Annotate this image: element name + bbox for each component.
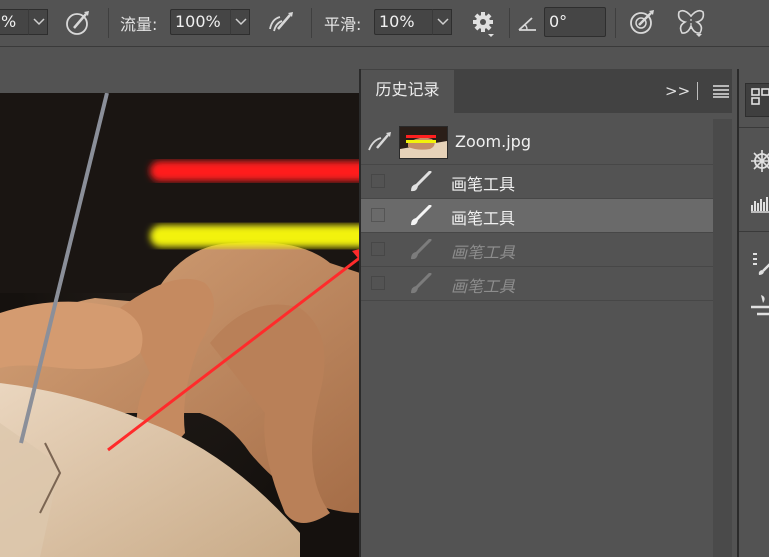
angle-icon xyxy=(516,12,540,38)
separator xyxy=(108,8,109,38)
history-brush-source-icon[interactable] xyxy=(367,130,393,158)
flow-field[interactable]: 100% xyxy=(170,9,232,35)
document-canvas[interactable] xyxy=(0,93,360,557)
separator xyxy=(509,8,510,38)
separator xyxy=(697,82,698,100)
brush-icon xyxy=(409,238,433,265)
history-state-label: 画笔工具 xyxy=(451,243,516,262)
history-state-checkbox[interactable] xyxy=(371,208,385,222)
flow-label: 流量: xyxy=(120,15,158,34)
panel-expand-button[interactable]: >> xyxy=(665,82,690,100)
panel-dock xyxy=(737,69,769,557)
brush-icon xyxy=(409,204,433,231)
history-snapshot[interactable]: Zoom.jpg xyxy=(361,119,713,165)
pressure-opacity-icon[interactable] xyxy=(64,9,94,41)
history-state-checkbox[interactable] xyxy=(371,276,385,290)
chevron-down-icon xyxy=(437,18,449,26)
histogram-icon[interactable] xyxy=(751,191,769,217)
brush-icon xyxy=(409,170,433,197)
panel-menu-icon[interactable] xyxy=(713,84,729,102)
snapshot-label: Zoom.jpg xyxy=(455,132,531,151)
smoothing-field[interactable]: 10% xyxy=(374,9,434,35)
history-state-label: 画笔工具 xyxy=(451,209,516,228)
history-state-checkbox[interactable] xyxy=(371,174,385,188)
history-state-selected[interactable]: 画笔工具 xyxy=(361,199,713,233)
separator xyxy=(615,8,616,38)
smoothing-label: 平滑: xyxy=(324,15,362,34)
options-bar: % 流量: 100% 平滑: 10% 0° xyxy=(0,0,769,47)
history-state-checkbox[interactable] xyxy=(371,242,385,256)
separator xyxy=(739,127,769,128)
chevron-down-icon xyxy=(235,18,247,26)
clone-source-icon[interactable] xyxy=(751,293,769,323)
opacity-field[interactable]: % xyxy=(0,9,30,35)
tab-history[interactable]: 历史记录 xyxy=(361,70,454,113)
panel-header: 历史记录 >> xyxy=(361,69,732,113)
layers-icon xyxy=(751,88,769,105)
snapshot-thumbnail xyxy=(399,126,448,159)
canvas-photo xyxy=(0,93,360,557)
flow-dropdown[interactable] xyxy=(230,9,250,35)
airbrush-icon[interactable] xyxy=(266,9,296,41)
history-state-undone[interactable]: 画笔工具 xyxy=(361,233,713,267)
separator xyxy=(739,231,769,232)
brush-icon xyxy=(409,272,433,299)
navigator-wheel-icon[interactable] xyxy=(751,149,769,177)
tab-history-label: 历史记录 xyxy=(375,80,440,99)
symmetry-butterfly-icon[interactable] xyxy=(676,8,706,42)
opacity-dropdown[interactable] xyxy=(28,9,48,35)
brush-settings-icon[interactable] xyxy=(751,251,769,281)
history-state-undone[interactable]: 画笔工具 xyxy=(361,267,713,301)
separator xyxy=(311,8,312,38)
smoothing-dropdown[interactable] xyxy=(432,9,452,35)
opacity-value: % xyxy=(1,12,17,31)
pressure-size-icon[interactable] xyxy=(628,8,658,40)
history-scrollbar[interactable] xyxy=(713,119,732,557)
smoothing-settings-gear-icon[interactable] xyxy=(470,10,500,42)
history-state-label: 画笔工具 xyxy=(451,175,516,194)
dock-layers-button[interactable] xyxy=(745,83,769,117)
smoothing-value: 10% xyxy=(379,12,415,31)
flow-value: 100% xyxy=(175,12,221,31)
history-state-label: 画笔工具 xyxy=(451,277,516,296)
history-panel: 历史记录 >> Zoom.jpg 画笔工具 画笔工具 画笔工具 画笔工具 xyxy=(359,69,732,557)
history-state[interactable]: 画笔工具 xyxy=(361,165,713,199)
chevron-down-icon xyxy=(33,18,45,26)
angle-field[interactable]: 0° xyxy=(544,7,606,37)
angle-value: 0° xyxy=(549,12,568,31)
